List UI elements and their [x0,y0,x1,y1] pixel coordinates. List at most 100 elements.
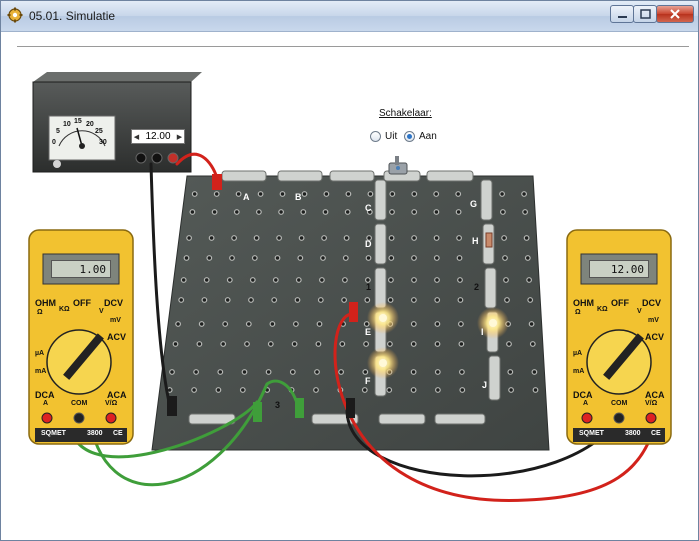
board-hole [191,191,198,197]
node-label-1: 1 [366,282,372,292]
board-hole [411,191,418,197]
board-hole [531,369,538,375]
board-hole [411,277,417,283]
board-hole [434,277,440,283]
board-hole [527,297,534,303]
board-hole [362,369,369,375]
radio-off-indicator[interactable] [370,131,381,142]
board-hole [388,235,395,241]
mm-right-dca: DCA [573,390,593,400]
board-hole [301,191,308,197]
application-window: 05.01. Simulatie Schakelaar: Uit Aan ◀ 1… [0,0,699,541]
mm-left-ohm-sym: Ω [37,309,43,316]
board-hole [499,191,506,197]
board-hole [201,297,208,303]
radio-on[interactable]: Aan [404,131,437,142]
board-hole [196,341,203,347]
board-hole [411,297,417,303]
board-hole [410,341,417,347]
board-hole [433,209,440,215]
board-hole [208,235,215,241]
board-hole [388,277,394,283]
board-hole [249,277,256,283]
mm-right-aca: ACA [645,390,665,400]
board-hole [267,341,274,347]
board-hole [293,321,299,327]
mm-left-ma: mA [35,368,47,375]
lamp-f [367,347,399,379]
mm-left-port-v: V/Ω [105,400,118,407]
board-hole [433,255,440,261]
maximize-button[interactable] [633,5,657,23]
board-hole [224,297,231,303]
board-hole [300,209,307,215]
board-hole [532,387,539,393]
board-hole [314,369,320,375]
toggle-switch[interactable] [388,156,408,175]
voltage-value[interactable]: 12.00 [141,131,175,142]
board-hole [342,255,349,261]
board-hole [291,341,298,347]
mm-left-port-com: COM [71,400,88,407]
component-label-a: A [243,192,250,202]
decrease-arrow-icon[interactable]: ◀ [132,133,141,141]
mm-left-dcv: DCV [104,298,124,308]
board-hole [211,209,218,215]
board-hole [456,255,463,261]
mm-right-port-com: COM [611,400,628,407]
board-hole [528,321,535,327]
board-hole [459,369,465,375]
psu-dial-25: 25 [95,128,103,135]
board-hole [279,191,286,197]
board-hole [411,235,418,241]
board-hole [389,191,396,197]
mm-right-kohm: KΩ [597,306,608,313]
mm-left-mv: mV [110,317,121,324]
board-hole [361,387,368,393]
psu-dial-20: 20 [86,121,94,128]
board-hole [295,277,302,283]
board-hole [274,255,281,261]
mm-left-model: 3800 [87,430,103,437]
radio-on-indicator[interactable] [404,131,415,142]
psu-dial-10: 10 [63,121,71,128]
board-hole [364,297,371,303]
increase-arrow-icon[interactable]: ▶ [175,133,184,141]
board-hole [411,209,418,215]
title-bar: 05.01. Simulatie [1,1,698,32]
board-hole [253,235,260,241]
mm-left-v: V [99,308,104,315]
board-hole [245,321,252,327]
board-hole [320,255,326,261]
board-hole [434,321,441,327]
mm-left-acv: ACV [107,332,127,342]
power-supply [32,72,202,173]
board-hole [257,191,264,197]
board-hole [191,387,198,393]
board-hole [433,191,440,197]
psu-dial-30: 30 [99,139,107,146]
board-hole [235,191,242,197]
board-hole [501,235,508,241]
radio-off[interactable]: Uit [370,131,397,142]
board-hole [317,297,324,303]
minimize-button[interactable] [610,5,634,23]
board-hole [183,255,190,261]
board-hole [315,341,322,347]
board-hole [504,297,510,303]
board-hole [343,235,350,241]
voltage-stepper[interactable]: ◀ 12.00 ▶ [131,129,185,144]
board-hole [339,341,346,347]
board-hole [344,209,351,215]
circuit-scene [28,72,672,502]
close-button[interactable] [656,5,694,23]
app-icon [7,7,23,23]
radio-off-label: Uit [385,131,398,142]
mm-right-mv: mV [648,317,659,324]
component-label-h: H [472,236,479,246]
board-hole [458,341,465,347]
board-hole [524,255,531,261]
node-label-2: 2 [474,282,480,292]
board-hole [323,191,330,197]
board-hole [217,369,224,375]
